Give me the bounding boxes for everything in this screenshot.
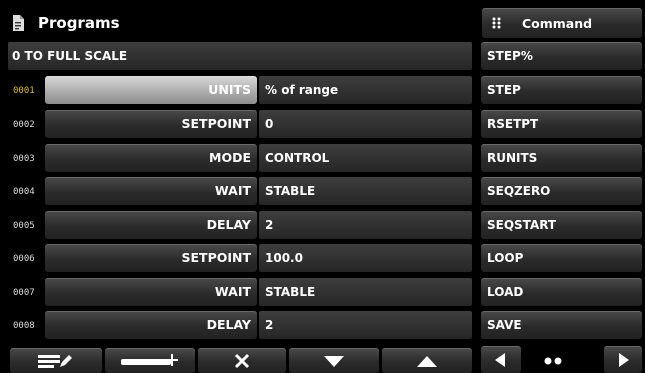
command-menu-button[interactable]: Command xyxy=(482,8,642,38)
step-value[interactable]: % of range xyxy=(259,76,472,104)
page-title: Programs xyxy=(38,14,120,32)
previous-page-button[interactable] xyxy=(481,346,521,373)
table-row[interactable]: 0004 WAIT STABLE xyxy=(0,177,472,205)
step-parameter[interactable]: WAIT xyxy=(45,278,257,306)
step-value[interactable]: 100.0 xyxy=(259,244,472,272)
step-value[interactable]: 2 xyxy=(259,211,472,239)
arrow-left-icon xyxy=(495,353,505,367)
command-loop[interactable]: LOOP xyxy=(481,244,642,272)
table-row[interactable]: 0008 DELAY 2 xyxy=(0,311,472,339)
edit-list-icon xyxy=(38,353,74,369)
step-number: 0006 xyxy=(13,254,35,264)
step-parameter[interactable]: WAIT xyxy=(45,177,257,205)
arrow-up-icon xyxy=(417,355,437,367)
insert-step-icon xyxy=(119,352,181,368)
step-number: 0007 xyxy=(13,288,35,298)
step-number: 0002 xyxy=(13,120,35,130)
command-label: Command xyxy=(522,16,593,31)
step-parameter[interactable]: DELAY xyxy=(45,211,257,239)
next-page-button[interactable] xyxy=(604,346,642,373)
step-parameter[interactable]: SETPOINT xyxy=(45,244,257,272)
step-value[interactable]: 0 xyxy=(259,110,472,138)
step-number: 0001 xyxy=(13,86,35,96)
program-name-field[interactable]: 0 TO FULL SCALE xyxy=(8,42,472,70)
step-parameter[interactable]: UNITS xyxy=(45,76,257,104)
arrow-down-icon xyxy=(324,356,344,368)
command-runits[interactable]: RUNITS xyxy=(481,144,642,172)
delete-x-icon xyxy=(234,353,250,369)
command-seqzero[interactable]: SEQZERO xyxy=(481,177,642,205)
table-row[interactable]: 0006 SETPOINT 100.0 xyxy=(0,244,472,272)
move-up-button[interactable] xyxy=(382,348,472,373)
step-value[interactable]: CONTROL xyxy=(259,144,472,172)
table-row[interactable]: 0003 MODE CONTROL xyxy=(0,144,472,172)
step-value[interactable]: 2 xyxy=(259,311,472,339)
document-icon xyxy=(12,15,24,31)
step-parameter[interactable]: DELAY xyxy=(45,311,257,339)
command-load[interactable]: LOAD xyxy=(481,278,642,306)
table-row[interactable]: 0002 SETPOINT 0 xyxy=(0,110,472,138)
command-seqstart[interactable]: SEQSTART xyxy=(481,211,642,239)
command-step-percent[interactable]: STEP% xyxy=(481,42,642,70)
step-number: 0004 xyxy=(13,187,35,197)
command-step[interactable]: STEP xyxy=(481,76,642,104)
grid-dots-icon xyxy=(492,17,502,29)
delete-step-button[interactable] xyxy=(198,348,286,373)
step-parameter[interactable]: SETPOINT xyxy=(45,110,257,138)
step-number: 0008 xyxy=(13,321,35,331)
step-number: 0003 xyxy=(13,154,35,164)
insert-step-button[interactable] xyxy=(105,348,195,373)
step-value[interactable]: STABLE xyxy=(259,177,472,205)
program-name: 0 TO FULL SCALE xyxy=(12,49,128,63)
table-row[interactable]: 0001 UNITS % of range xyxy=(0,76,472,104)
table-row[interactable]: 0005 DELAY 2 xyxy=(0,211,472,239)
programs-header: Programs xyxy=(0,8,478,38)
command-save[interactable]: SAVE xyxy=(481,311,642,339)
move-down-button[interactable] xyxy=(289,348,379,373)
edit-list-button[interactable] xyxy=(10,348,102,373)
step-value[interactable]: STABLE xyxy=(259,278,472,306)
table-row[interactable]: 0007 WAIT STABLE xyxy=(0,278,472,306)
command-rsetpt[interactable]: RSETPT xyxy=(481,110,642,138)
step-parameter[interactable]: MODE xyxy=(45,144,257,172)
step-number: 0005 xyxy=(13,221,35,231)
arrow-right-icon xyxy=(619,353,629,367)
page-dots-icon xyxy=(544,357,562,365)
